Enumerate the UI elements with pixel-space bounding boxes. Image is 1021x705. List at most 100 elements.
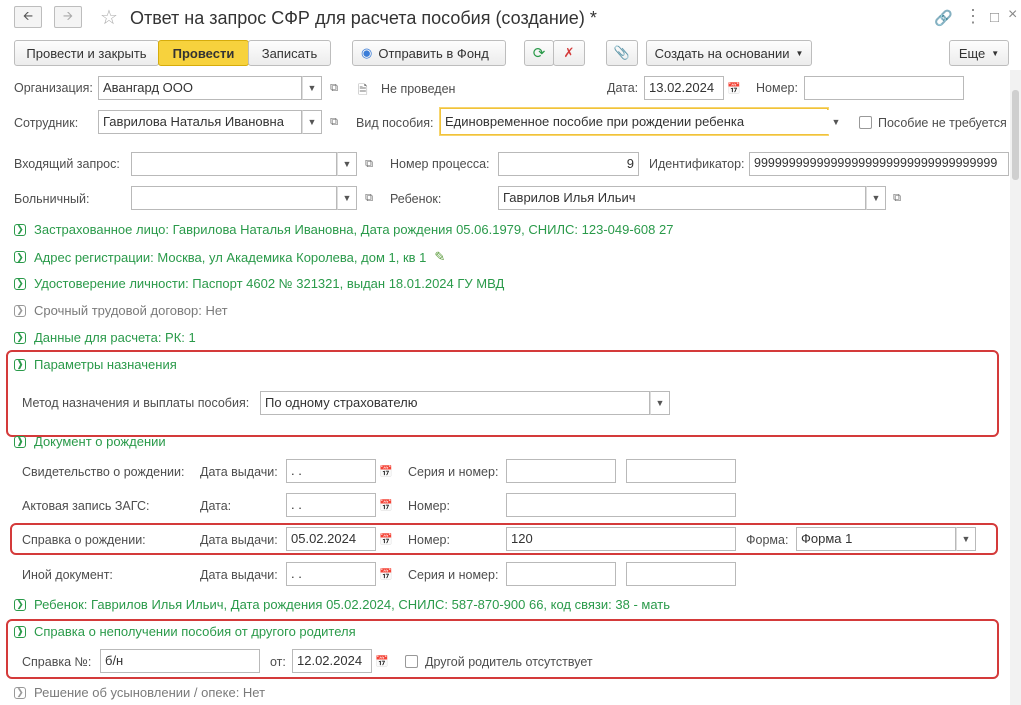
chevron-down-icon: ▼ (795, 48, 804, 58)
other-date-input[interactable]: . . (286, 562, 376, 586)
chevron-right-icon: ❯ (14, 304, 26, 317)
open-icon: ⧉ (893, 191, 901, 204)
scrollbar-thumb[interactable] (1012, 90, 1019, 180)
open-icon: ⧉ (365, 191, 373, 204)
globe-icon: ◉ (361, 45, 373, 60)
scrollbar[interactable] (1010, 70, 1021, 705)
chevron-down-icon: ❱ (14, 358, 26, 371)
sick-input[interactable] (131, 186, 337, 210)
chevron-down-icon: ▼ (991, 48, 1000, 58)
no-benefit-checkbox[interactable] (859, 116, 872, 129)
chevron-right-icon: ❯ (14, 277, 26, 290)
sick-open-button[interactable]: ⧉ (359, 186, 379, 210)
refresh-button[interactable]: ⟳ (524, 40, 554, 66)
employee-open-button[interactable]: ⧉ (324, 110, 344, 134)
star-icon[interactable]: ☆ (100, 5, 118, 30)
group-address[interactable]: ❯ Адрес регистрации: Москва, ул Академика… (14, 249, 445, 265)
spravka-date-input[interactable]: 05.02.2024 (286, 527, 376, 551)
ident-input[interactable]: 99999999999999999999999999999999999 (749, 152, 1009, 176)
close-icon[interactable]: × (1008, 6, 1017, 24)
unpost-button[interactable]: ✗ (553, 40, 585, 66)
send-to-fund-button[interactable]: ◉ Отправить в Фонд (352, 40, 506, 66)
employee-input[interactable]: Гаврилова Наталья Ивановна (98, 110, 302, 134)
page-title: Ответ на запрос СФР для расчета пособия … (130, 8, 597, 28)
group-identity[interactable]: ❯ Удостоверение личности: Паспорт 4602 № … (14, 276, 504, 291)
form-input[interactable]: Форма 1 (796, 527, 956, 551)
zags-label: Актовая запись ЗАГС: (22, 499, 150, 513)
calendar-icon: 📅 (379, 568, 393, 581)
parent-absent-checkbox[interactable] (405, 655, 418, 668)
other-calendar-button[interactable]: 📅 (376, 562, 396, 586)
chevron-down-icon: ▼ (655, 398, 665, 408)
other-series-input[interactable] (506, 562, 616, 586)
sick-dropdown[interactable]: ▼ (337, 186, 357, 210)
forward-button[interactable]: 🡪 (54, 6, 82, 28)
save-button[interactable]: Записать (248, 40, 331, 66)
date-calendar-button[interactable]: 📅 (724, 76, 744, 100)
group-contract[interactable]: ❯ Срочный трудовой договор: Нет (14, 303, 228, 318)
arrow-right-icon: 🡪 (62, 8, 74, 23)
post-and-close-button[interactable]: Провести и закрыть (14, 40, 159, 66)
incoming-dropdown[interactable]: ▼ (337, 152, 357, 176)
org-dropdown[interactable]: ▼ (302, 76, 322, 100)
process-input[interactable]: 9 (498, 152, 639, 176)
child-open-button[interactable]: ⧉ (887, 186, 907, 210)
pencil-icon[interactable]: ✎ (434, 249, 445, 265)
spravka-number-input[interactable]: 120 (506, 527, 736, 551)
zags-number-input[interactable] (506, 493, 736, 517)
attach-button[interactable]: 📎 (606, 40, 638, 66)
maximize-icon[interactable]: □ (990, 9, 999, 26)
cert-series-input[interactable] (506, 459, 616, 483)
benefit-type-input[interactable]: Единовременное пособие при рождении ребе… (440, 108, 828, 135)
form-dropdown[interactable]: ▼ (956, 527, 976, 551)
form-label: Форма: (746, 533, 789, 547)
nonreceipt-from-label: от: (270, 655, 286, 669)
date-input[interactable]: 13.02.2024 (644, 76, 724, 100)
cert-series-label: Серия и номер: (408, 465, 499, 479)
zags-calendar-button[interactable]: 📅 (376, 493, 396, 517)
spravka-calendar-button[interactable]: 📅 (376, 527, 396, 551)
other-number-input[interactable] (626, 562, 736, 586)
group-calc[interactable]: ❯ Данные для расчета: РК: 1 (14, 330, 196, 345)
incoming-label: Входящий запрос: (14, 157, 120, 171)
calendar-icon: 📅 (375, 655, 389, 668)
group-child-info[interactable]: ❯ Ребенок: Гаврилов Илья Ильич, Дата рожд… (14, 597, 670, 612)
group-birth-doc[interactable]: ❱ Документ о рождении (14, 434, 166, 449)
child-dropdown[interactable]: ▼ (866, 186, 886, 210)
create-based-on-button[interactable]: Создать на основании ▼ (646, 40, 812, 66)
incoming-open-button[interactable]: ⧉ (359, 152, 379, 176)
org-input[interactable]: Авангард ООО (98, 76, 302, 100)
group-params[interactable]: ❱ Параметры назначения (14, 357, 177, 372)
nonreceipt-num-input[interactable]: б/н (100, 649, 260, 673)
cert-date-input[interactable]: . . (286, 459, 376, 483)
benefit-type-dropdown[interactable]: ▼ (826, 110, 846, 134)
number-label: Номер: (756, 81, 798, 95)
group-nonreceipt[interactable]: ❱ Справка о неполучении пособия от другог… (14, 624, 356, 639)
org-open-button[interactable]: ⧉ (324, 76, 344, 100)
post-button[interactable]: Провести (158, 40, 249, 66)
more-vertical-icon[interactable]: ⋮ (964, 6, 982, 27)
method-input[interactable]: По одному страхователю (260, 391, 650, 415)
parent-absent-label: Другой родитель отсутствует (425, 655, 593, 669)
open-icon: ⧉ (365, 157, 373, 170)
incoming-input[interactable] (131, 152, 337, 176)
zags-date-input[interactable]: . . (286, 493, 376, 517)
group-adoption[interactable]: ❯ Решение об усыновлении / опеке: Нет (14, 685, 265, 700)
group-insured[interactable]: ❯ Застрахованное лицо: Гаврилова Наталья … (14, 222, 673, 237)
nonreceipt-num-label: Справка №: (22, 655, 92, 669)
number-input[interactable] (804, 76, 964, 100)
back-button[interactable]: 🡨 (14, 6, 42, 28)
calendar-icon: 📅 (379, 465, 393, 478)
nonreceipt-calendar-button[interactable]: 📅 (372, 649, 392, 673)
more-button[interactable]: Еще ▼ (949, 40, 1009, 66)
child-input[interactable]: Гаврилов Илья Ильич (498, 186, 866, 210)
cert-number-input[interactable] (626, 459, 736, 483)
nonreceipt-date-input[interactable]: 12.02.2024 (292, 649, 372, 673)
method-dropdown[interactable]: ▼ (650, 391, 670, 415)
zags-number-label: Номер: (408, 499, 450, 513)
employee-dropdown[interactable]: ▼ (302, 110, 322, 134)
link-icon[interactable]: 🔗 (934, 9, 953, 27)
cert-calendar-button[interactable]: 📅 (376, 459, 396, 483)
spravka-issue-label: Дата выдачи: (200, 533, 278, 547)
chevron-right-icon: ❯ (14, 331, 26, 344)
